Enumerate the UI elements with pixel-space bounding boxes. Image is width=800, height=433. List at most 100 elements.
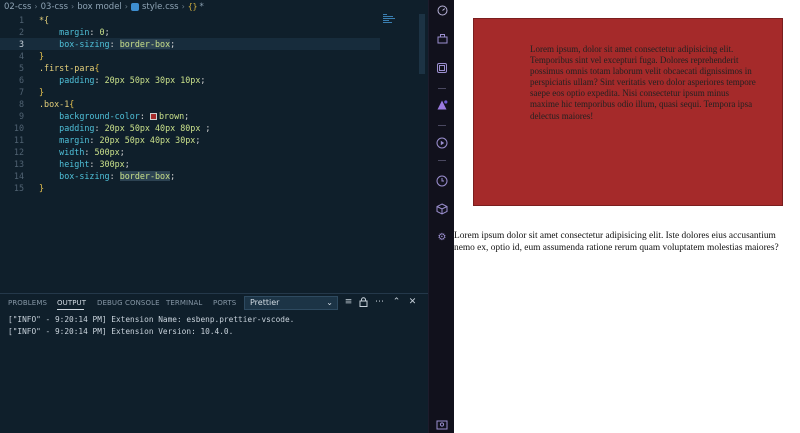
list-filter-icon[interactable]: ≡	[343, 297, 354, 308]
code-line[interactable]: 5 .first-para{	[0, 62, 380, 74]
code-text: width: 500px;	[39, 146, 125, 158]
breadcrumb-item-folder-2[interactable]: 03-css	[41, 2, 68, 12]
code-line[interactable]: 14 box-sizing: border-box;	[0, 170, 380, 182]
code-line[interactable]: 13 height: 300px;	[0, 158, 380, 170]
code-line[interactable]: 7}	[0, 86, 380, 98]
code-text: background-color: brown;	[39, 110, 189, 122]
line-number: 8	[18, 99, 24, 109]
code-token: 500px	[94, 147, 120, 157]
line-number: 3	[18, 39, 24, 49]
line-number: 2	[18, 27, 24, 37]
code-line[interactable]: 1 *{	[0, 14, 380, 26]
clock-icon[interactable]	[435, 175, 449, 189]
code-token: background-color	[39, 111, 140, 121]
line-number: 11	[13, 135, 24, 145]
box-1: Lorem ipsum, dolor sit amet consectetur …	[473, 18, 783, 206]
breadcrumb: 02-css › 03-css › box model › style.css …	[0, 0, 428, 13]
paragraph-line: nemo ex, optio id, eum assumenda ratione…	[454, 243, 779, 253]
code-token: ;	[170, 39, 176, 49]
code-token: 20px 50px 40px 30px	[99, 135, 196, 145]
active-tab-indicator	[57, 309, 84, 310]
code-token: ;	[200, 75, 206, 85]
chevron-up-icon[interactable]: ⌃	[391, 297, 402, 308]
remote-explorer-icon[interactable]	[435, 33, 449, 47]
breadcrumb-item-folder-3[interactable]: box model	[77, 2, 122, 12]
more-actions-icon[interactable]: ⋯	[374, 297, 385, 308]
source-control-icon[interactable]	[435, 99, 449, 113]
code-token: ;	[170, 171, 176, 181]
tab-debug-console[interactable]: DEBUG CONSOLE	[97, 299, 160, 307]
code-text: box-sizing: border-box;	[39, 38, 175, 50]
code-token: margin	[39, 27, 90, 37]
lock-icon[interactable]	[358, 297, 369, 308]
minimap[interactable]	[383, 14, 399, 24]
breadcrumb-item-symbol[interactable]: *	[199, 2, 203, 12]
timeline-icon[interactable]	[435, 5, 449, 19]
code-line[interactable]: 3 box-sizing: border-box;	[0, 38, 380, 50]
package-icon[interactable]	[435, 203, 449, 217]
code-token: :	[89, 27, 100, 37]
code-token: *{	[39, 15, 50, 25]
activity-separator	[438, 125, 446, 126]
code-token: ;	[124, 159, 130, 169]
code-token: }	[39, 87, 45, 97]
bottom-panel: PROBLEMS OUTPUT DEBUG CONSOLE TERMINAL P…	[0, 293, 428, 433]
tab-ports[interactable]: PORTS	[213, 299, 236, 307]
code-token: {	[69, 99, 75, 109]
code-line[interactable]: 11 margin: 20px 50px 40px 30px;	[0, 134, 380, 146]
code-token: padding	[39, 123, 95, 133]
code-token: 20px 50px 30px 10px	[104, 75, 201, 85]
css-file-icon	[131, 2, 139, 11]
code-token: :	[94, 75, 105, 85]
chevron-right-icon: ›	[34, 2, 38, 11]
code-text: height: 300px;	[39, 158, 130, 170]
line-number: 9	[18, 111, 24, 121]
code-token: {	[94, 63, 100, 73]
run-debug-icon[interactable]	[435, 137, 449, 151]
activity-bar: ⚙	[428, 0, 454, 433]
breadcrumb-item-folder-1[interactable]: 02-css	[4, 2, 31, 12]
code-editor[interactable]: 1 *{2 margin: 0; 3 box-sizing: border-box;…	[0, 13, 428, 293]
code-line[interactable]: 6 padding: 20px 50px 30px 10px;	[0, 74, 380, 86]
code-token: ;	[200, 123, 211, 133]
tab-output[interactable]: OUTPUT	[57, 299, 86, 307]
line-number: 1	[18, 15, 24, 25]
line-number: 7	[18, 87, 24, 97]
line-number: 12	[13, 147, 24, 157]
chevron-right-icon: ›	[181, 2, 185, 11]
code-token: ;	[119, 147, 125, 157]
breadcrumb-item-file[interactable]: style.css	[142, 2, 179, 12]
code-text: }	[39, 50, 44, 62]
code-token: margin	[39, 135, 90, 145]
settings-gear-icon[interactable]: ⚙	[435, 231, 449, 245]
chevron-down-icon: ⌄	[326, 298, 333, 307]
extensions-icon[interactable]	[435, 62, 449, 76]
output-log-line: ["INFO" - 9:20:14 PM] Extension Version:…	[8, 327, 234, 336]
code-line[interactable]: 12 width: 500px;	[0, 146, 380, 158]
code-token: ;	[195, 135, 201, 145]
code-text: .box-1{	[39, 98, 74, 110]
code-token: :	[139, 111, 150, 121]
code-line[interactable]: 15}	[0, 182, 380, 194]
code-line[interactable]: 4}	[0, 50, 380, 62]
output-channel-select[interactable]: Prettier ⌄	[244, 296, 338, 310]
tab-problems[interactable]: PROBLEMS	[8, 299, 47, 307]
code-token: :	[89, 159, 100, 169]
color-swatch-icon[interactable]	[149, 113, 157, 120]
close-icon[interactable]: ✕	[407, 297, 418, 308]
code-text: padding: 20px 50px 40px 80px ;	[39, 122, 210, 134]
code-line[interactable]: 9 background-color: brown;	[0, 110, 380, 122]
code-token: .first-para	[39, 63, 95, 73]
code-token: box-sizing	[39, 39, 110, 49]
code-line[interactable]: 10 padding: 20px 50px 40px 80px ;	[0, 122, 380, 134]
tab-terminal[interactable]: TERMINAL	[166, 299, 202, 307]
output-channel-label: Prettier	[250, 298, 280, 307]
line-number: 15	[13, 183, 24, 193]
code-text: }	[39, 86, 44, 98]
code-line[interactable]: 8 .box-1{	[0, 98, 380, 110]
code-line[interactable]: 2 margin: 0;	[0, 26, 380, 38]
line-number: 5	[18, 63, 24, 73]
code-text: .first-para{	[39, 62, 100, 74]
editor-scrollbar[interactable]	[419, 14, 425, 74]
accounts-icon[interactable]	[435, 419, 449, 433]
